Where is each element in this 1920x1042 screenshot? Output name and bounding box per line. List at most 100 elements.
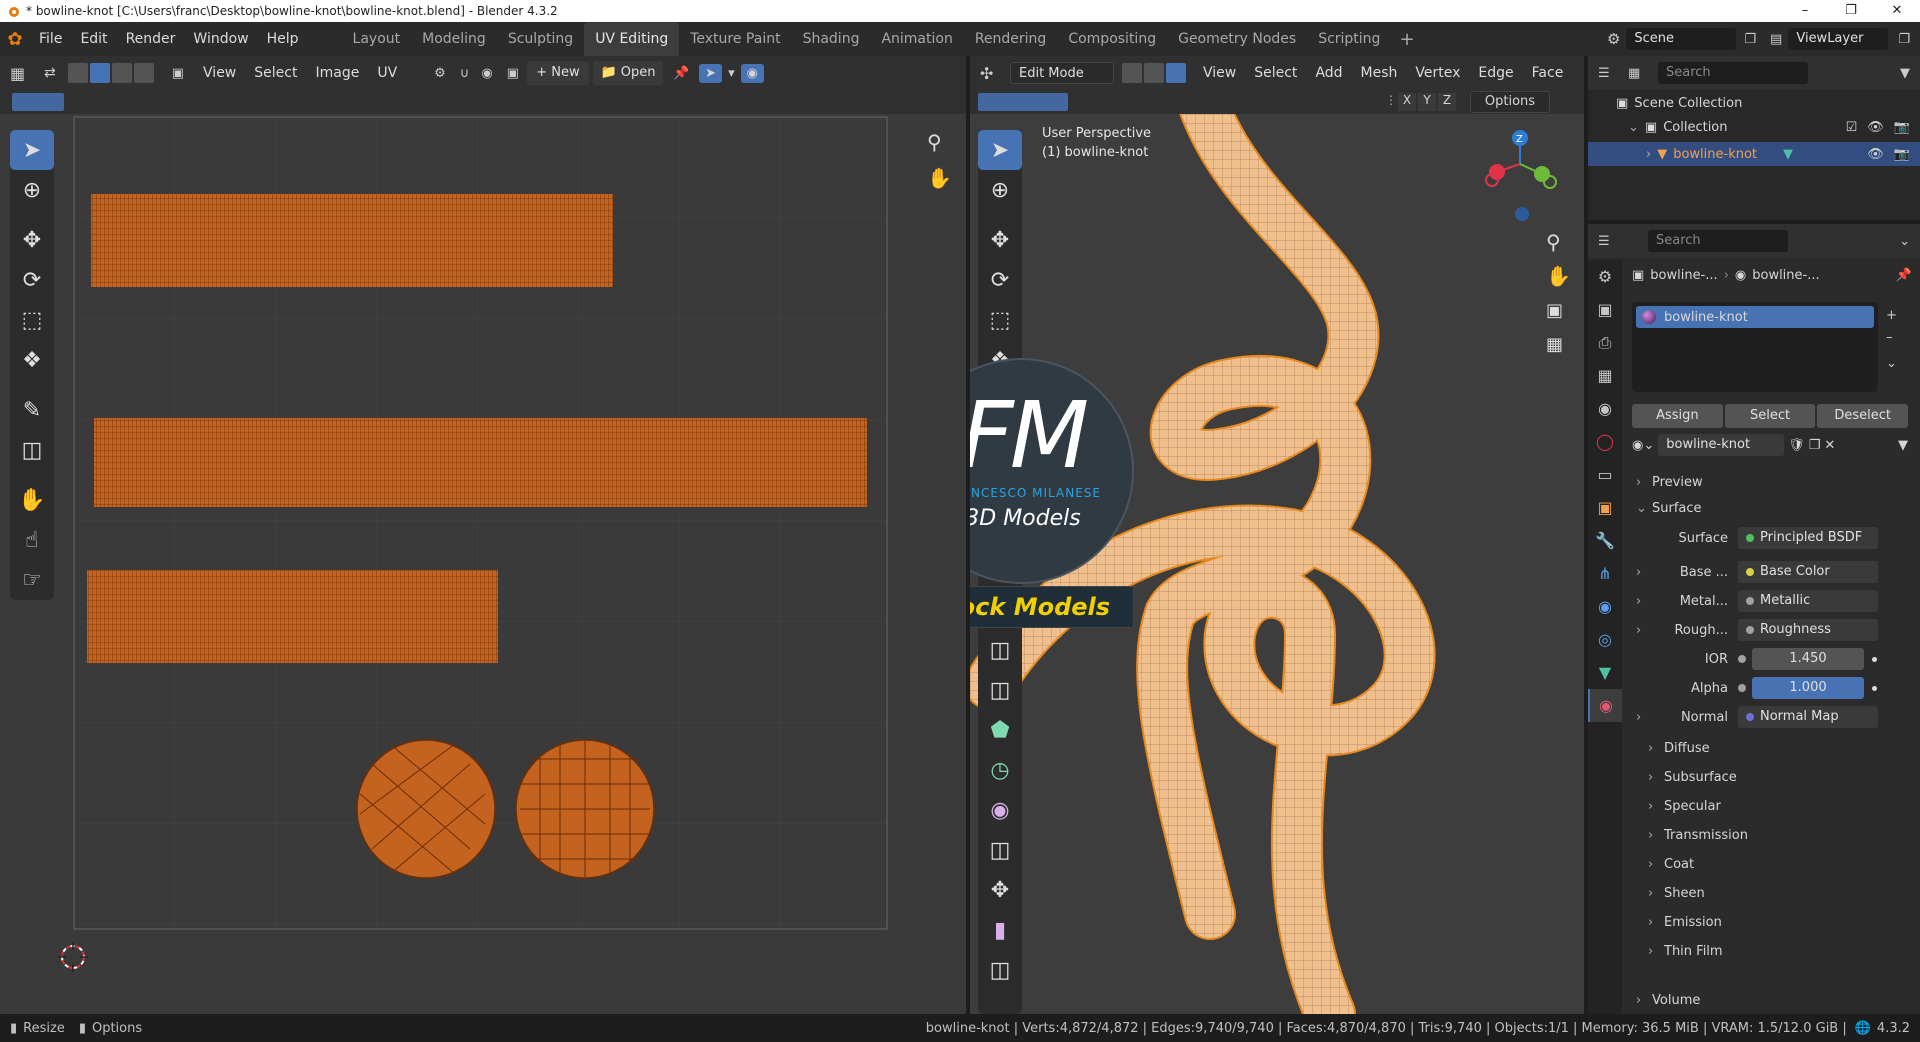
alpha-field[interactable]: 1.000 xyxy=(1752,677,1864,699)
offset-edge-icon[interactable]: ◫ xyxy=(978,670,1022,710)
vp-pan-icon[interactable]: ✋ xyxy=(1546,264,1571,288)
normal-expand-icon[interactable]: › xyxy=(1636,710,1652,725)
viewport-editor-type-icon[interactable]: ✣ xyxy=(980,64,1010,83)
subpanel-subsurface[interactable]: › Subsurface xyxy=(1648,763,1898,792)
cursor-tool-icon[interactable]: ⊕ xyxy=(10,170,54,210)
object-camera-icon[interactable]: 📷 xyxy=(1894,147,1910,162)
tab-layout[interactable]: Layout xyxy=(342,22,412,56)
world-tab-icon[interactable]: ◯ xyxy=(1588,425,1622,458)
pin-properties-icon[interactable]: 📌 xyxy=(1896,268,1912,283)
object-eye-icon[interactable]: 👁 xyxy=(1867,147,1884,162)
data-tab-icon[interactable]: ▼ xyxy=(1588,656,1622,689)
expand-icon[interactable]: › xyxy=(1646,147,1651,162)
normal-field[interactable]: Normal Map xyxy=(1738,706,1878,728)
render-tab-icon[interactable]: ▣ xyxy=(1588,293,1622,326)
tab-scripting[interactable]: Scripting xyxy=(1307,22,1391,56)
annotate-tool-icon[interactable]: ✎ xyxy=(10,390,54,430)
poly-build-icon[interactable]: ⬟ xyxy=(978,710,1022,750)
loop-cut-icon[interactable]: ◫ xyxy=(978,630,1022,670)
zoom-icon[interactable]: ⚲ xyxy=(927,130,942,154)
pin-icon[interactable]: 📌 xyxy=(663,66,699,81)
select-button[interactable]: Select xyxy=(1724,404,1816,428)
subpanel-specular[interactable]: › Specular xyxy=(1648,792,1898,821)
menu-render[interactable]: Render xyxy=(117,22,185,56)
vp-select-box-icon[interactable]: ➤ xyxy=(978,130,1022,170)
constraints-tab-icon[interactable]: ◎ xyxy=(1588,623,1622,656)
physics-tab-icon[interactable]: ◉ xyxy=(1588,590,1622,623)
material-tab-icon[interactable]: ◉ xyxy=(1588,689,1622,722)
mode-selector[interactable]: Edit Mode xyxy=(1010,62,1114,84)
rip-region-icon[interactable]: ◫ xyxy=(978,950,1022,990)
uv-menu-view[interactable]: View xyxy=(194,65,245,81)
open-image-button[interactable]: 📁 Open xyxy=(592,61,663,85)
smooth-icon[interactable]: ◉ xyxy=(978,790,1022,830)
vp-cursor-icon[interactable]: ⊕ xyxy=(978,170,1022,210)
scene-icon[interactable]: ⚙ xyxy=(1601,30,1626,48)
ior-keyframe-icon[interactable] xyxy=(1872,656,1877,662)
shear-icon[interactable]: ▮ xyxy=(978,910,1022,950)
add-workspace-icon[interactable]: + xyxy=(1391,29,1422,50)
options-dropdown[interactable]: Options xyxy=(1470,91,1550,113)
checkbox-icon[interactable]: ☑ xyxy=(1846,120,1858,135)
pivot-icon[interactable]: ⚙ xyxy=(426,66,454,81)
collection-row[interactable]: ⌄ ▣ Collection ☑ 👁 📷 xyxy=(1628,120,1920,135)
subpanel-sheen[interactable]: › Sheen xyxy=(1648,879,1898,908)
vp-menu-edge[interactable]: Edge xyxy=(1469,65,1522,81)
rotate-tool-icon[interactable]: ⟳ xyxy=(10,260,54,300)
metallic-expand-icon[interactable]: › xyxy=(1636,594,1652,609)
remove-slot-icon[interactable]: – xyxy=(1886,330,1893,345)
roughness-expand-icon[interactable]: › xyxy=(1636,623,1652,638)
object-tab-icon[interactable]: ▣ xyxy=(1588,491,1622,524)
properties-options-icon[interactable]: ⌄ xyxy=(1889,234,1920,249)
uv-menu-select[interactable]: Select xyxy=(245,65,306,81)
new-view-layer-icon[interactable]: ❐ xyxy=(1888,32,1920,47)
image-browse-icon[interactable]: ▣ xyxy=(499,66,527,81)
scene-collection-row[interactable]: ▣ Scene Collection xyxy=(1616,96,1742,111)
camera-view-icon[interactable]: ▣ xyxy=(1546,300,1563,321)
duplicate-material-icon[interactable]: ❐ xyxy=(1809,438,1821,453)
vp-face-select-icon[interactable] xyxy=(1166,63,1186,83)
node-link-icon[interactable]: ▼ xyxy=(1898,438,1908,453)
camera-icon[interactable]: 📷 xyxy=(1894,120,1910,135)
menu-help[interactable]: Help xyxy=(258,22,308,56)
ortho-toggle-icon[interactable]: ▦ xyxy=(1546,334,1563,355)
sync-selection-icon[interactable]: ⇄ xyxy=(40,65,60,81)
vp-rotate-icon[interactable]: ⟳ xyxy=(978,260,1022,300)
new-scene-icon[interactable]: ❐ xyxy=(1736,32,1764,47)
particles-tab-icon[interactable]: ⋔ xyxy=(1588,557,1622,590)
properties-editor-icon[interactable]: ☰ xyxy=(1598,234,1648,249)
filter-icon[interactable]: ▼ xyxy=(1890,66,1920,81)
base-color-expand-icon[interactable]: › xyxy=(1636,565,1652,580)
uv-menu-uv[interactable]: UV xyxy=(368,65,406,81)
subpanel-diffuse[interactable]: › Diffuse xyxy=(1648,734,1898,763)
metallic-field[interactable]: Metallic xyxy=(1738,590,1878,612)
object-row[interactable]: › ▼ bowline-knot ▼ 👁 📷 xyxy=(1588,142,1920,166)
vp-menu-add[interactable]: Add xyxy=(1306,65,1351,81)
view-layer-selector[interactable]: ViewLayer xyxy=(1788,28,1889,50)
outliner-search[interactable]: Search xyxy=(1658,62,1808,84)
tab-shading[interactable]: Shading xyxy=(792,22,871,56)
scale-tool-icon[interactable]: ⬚ xyxy=(10,300,54,340)
menu-edit[interactable]: Edit xyxy=(71,22,116,56)
editor-type-icon[interactable]: ▦ xyxy=(10,64,40,83)
slot-menu-icon[interactable]: ⌄ xyxy=(1886,356,1897,371)
shrink-fatten-icon[interactable]: ✥ xyxy=(978,870,1022,910)
browse-material-icon[interactable]: ◉⌄ xyxy=(1632,438,1654,453)
add-slot-icon[interactable]: + xyxy=(1886,308,1897,323)
preview-panel-header[interactable]: › Preview xyxy=(1636,470,1906,494)
vp-zoom-icon[interactable]: ⚲ xyxy=(1546,230,1561,254)
transform-tool-icon[interactable]: ❖ xyxy=(10,340,54,380)
uv-menu-image[interactable]: Image xyxy=(306,65,368,81)
viewport-3d[interactable]: Z User Perspective (1) bowline-knot ➤ ⊕ … xyxy=(970,114,1584,1014)
scene-selector[interactable]: Scene xyxy=(1626,28,1737,50)
scene-tab-icon[interactable]: ◉ xyxy=(1588,392,1622,425)
vp-menu-select[interactable]: Select xyxy=(1245,65,1306,81)
vp-vertex-select-icon[interactable] xyxy=(1122,63,1142,83)
output-tab-icon[interactable]: ⎙ xyxy=(1588,326,1622,359)
tab-animation[interactable]: Animation xyxy=(870,22,963,56)
tab-texture-paint[interactable]: Texture Paint xyxy=(679,22,791,56)
properties-search[interactable]: Search xyxy=(1648,230,1788,252)
edge-slide-icon[interactable]: ◫ xyxy=(978,830,1022,870)
vp-menu-view[interactable]: View xyxy=(1194,65,1245,81)
menu-file[interactable]: File xyxy=(30,22,71,56)
